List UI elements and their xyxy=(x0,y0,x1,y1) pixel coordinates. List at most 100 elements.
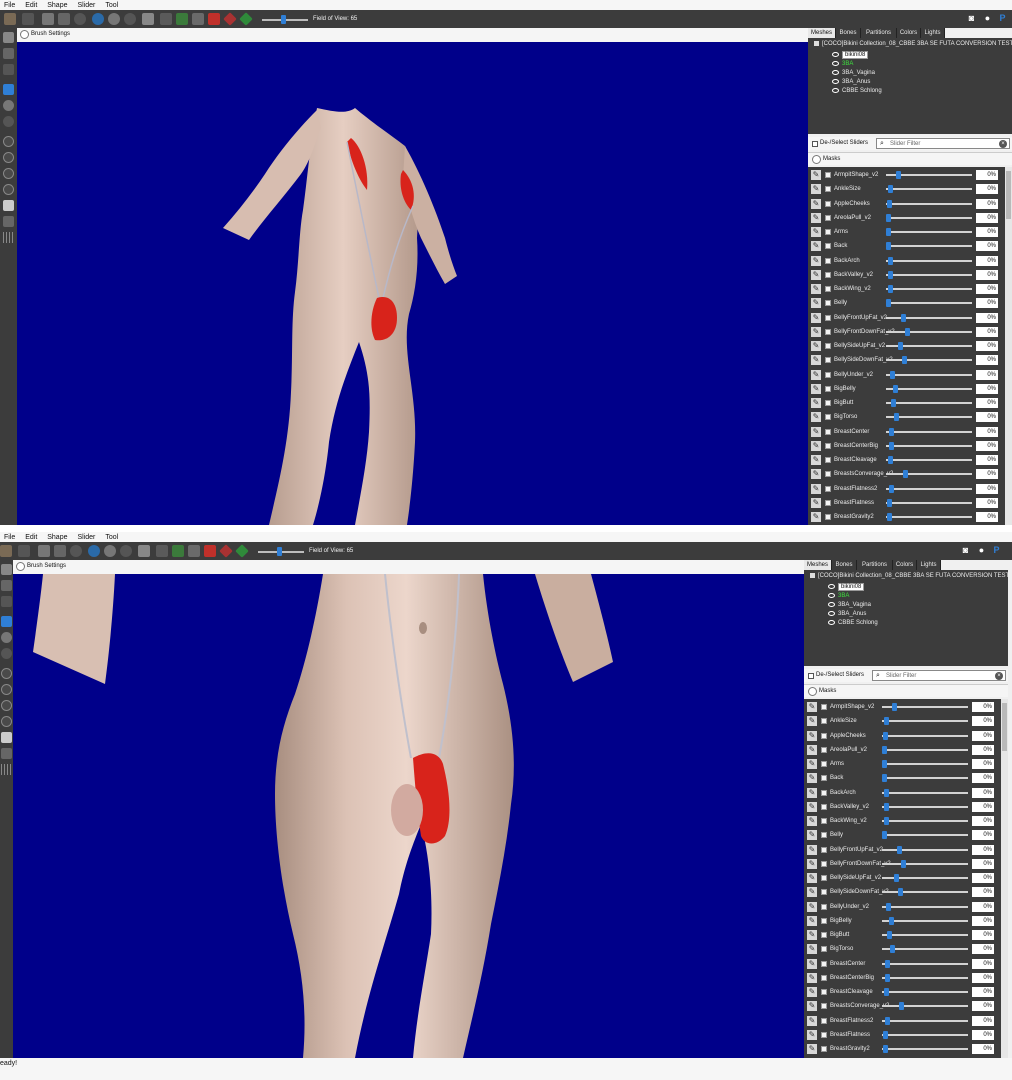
edit-slider-icon[interactable]: ✎ xyxy=(811,512,821,522)
slider-checkbox[interactable] xyxy=(825,486,831,492)
slider-checkbox[interactable] xyxy=(825,414,831,420)
slider-track[interactable] xyxy=(886,502,972,504)
slider-checkbox[interactable] xyxy=(825,201,831,207)
pin-tool-icon[interactable] xyxy=(3,48,14,59)
eye-icon[interactable] xyxy=(828,619,835,625)
slider-checkbox[interactable] xyxy=(825,429,831,435)
slider-row[interactable]: ✎ BellySideUpFat_v2 0% xyxy=(808,339,1004,353)
slider-value[interactable]: 0% xyxy=(972,859,994,869)
eye-icon[interactable] xyxy=(832,69,839,75)
pen-tool-icon[interactable] xyxy=(1,596,12,607)
slider-thumb[interactable] xyxy=(885,960,890,968)
slider-track[interactable] xyxy=(886,359,972,361)
slider-track[interactable] xyxy=(886,516,972,518)
edit-slider-icon[interactable]: ✎ xyxy=(807,973,817,983)
slider-thumb[interactable] xyxy=(901,314,906,322)
edit-slider-icon[interactable]: ✎ xyxy=(807,788,817,798)
tab-partitions[interactable]: Partitions xyxy=(861,28,897,38)
slider-value[interactable]: 0% xyxy=(976,370,998,380)
slider-track[interactable] xyxy=(882,1048,968,1050)
slider-row[interactable]: ✎ Arms 0% xyxy=(804,757,1000,771)
slider-checkbox[interactable] xyxy=(821,904,827,910)
slider-thumb[interactable] xyxy=(883,1031,888,1039)
slider-row[interactable]: ✎ AnkleSize 0% xyxy=(808,182,1004,196)
slider-checkbox[interactable] xyxy=(825,229,831,235)
tab-partitions[interactable]: Partitions xyxy=(857,560,893,570)
brush-inflate-icon[interactable] xyxy=(74,13,86,25)
brush-smooth-icon[interactable] xyxy=(120,545,132,557)
select-all-checkbox[interactable] xyxy=(812,141,818,147)
menu-file[interactable]: File xyxy=(0,532,19,542)
slider-thumb[interactable] xyxy=(887,200,892,208)
slider-track[interactable] xyxy=(886,473,972,475)
edit-slider-icon[interactable]: ✎ xyxy=(807,959,817,969)
edit-slider-icon[interactable]: ✎ xyxy=(807,745,817,755)
collapse-icon[interactable] xyxy=(808,687,817,696)
slider-row[interactable]: ✎ BellySideDownFat_v2 0% xyxy=(808,353,1004,367)
slider-checkbox[interactable] xyxy=(821,1018,827,1024)
slider-row[interactable]: ✎ AreolaPull_v2 0% xyxy=(804,743,1000,757)
slider-row[interactable]: ✎ ArmpitShape_v2 0% xyxy=(808,168,1004,182)
diamond-green-icon[interactable] xyxy=(239,12,253,26)
slider-thumb[interactable] xyxy=(885,1017,890,1025)
slider-checkbox[interactable] xyxy=(821,775,827,781)
slider-thumb[interactable] xyxy=(889,428,894,436)
sphere-3-icon[interactable] xyxy=(3,168,14,179)
slider-value[interactable]: 0% xyxy=(976,170,998,180)
edit-slider-icon[interactable]: ✎ xyxy=(807,1030,817,1040)
slider-track[interactable] xyxy=(886,459,972,461)
edit-slider-icon[interactable]: ✎ xyxy=(807,887,817,897)
edit-slider-icon[interactable]: ✎ xyxy=(811,441,821,451)
eye-icon[interactable] xyxy=(828,610,835,616)
edit-slider-icon[interactable]: ✎ xyxy=(811,213,821,223)
slider-row[interactable]: ✎ BigBelly 0% xyxy=(804,914,1000,928)
slider-track[interactable] xyxy=(886,245,972,247)
slider-value[interactable]: 0% xyxy=(976,213,998,223)
edit-slider-icon[interactable]: ✎ xyxy=(807,1001,817,1011)
sphere-3-icon[interactable] xyxy=(1,700,12,711)
slider-checkbox[interactable] xyxy=(821,847,827,853)
slider-track[interactable] xyxy=(886,431,972,433)
link-tool-icon[interactable] xyxy=(3,100,14,111)
slider-track[interactable] xyxy=(886,231,972,233)
sphere-1-icon[interactable] xyxy=(1,668,12,679)
slider-value[interactable]: 0% xyxy=(972,759,994,769)
eraser-icon[interactable] xyxy=(142,13,154,25)
slider-value[interactable]: 0% xyxy=(972,802,994,812)
brush-deflate-icon[interactable] xyxy=(92,13,104,25)
slider-thumb[interactable] xyxy=(887,499,892,507)
slider-track[interactable] xyxy=(886,388,972,390)
slider-checkbox[interactable] xyxy=(825,315,831,321)
slider-row[interactable]: ✎ BreastCenterBig 0% xyxy=(808,439,1004,453)
slider-row[interactable]: ✎ BackValley_v2 0% xyxy=(808,268,1004,282)
slider-thumb[interactable] xyxy=(897,846,902,854)
slider-value[interactable]: 0% xyxy=(972,1001,994,1011)
mesh-item[interactable]: bikini08 xyxy=(828,583,865,591)
slider-thumb[interactable] xyxy=(905,328,910,336)
slider-row[interactable]: ✎ BreastCenter 0% xyxy=(808,425,1004,439)
menu-edit[interactable]: Edit xyxy=(21,532,41,542)
scrollbar-thumb[interactable] xyxy=(1002,703,1007,751)
slider-value[interactable]: 0% xyxy=(972,773,994,783)
slider-thumb[interactable] xyxy=(882,831,887,839)
tab-meshes[interactable]: Meshes xyxy=(804,560,832,570)
slider-checkbox[interactable] xyxy=(821,975,827,981)
slider-thumb[interactable] xyxy=(894,874,899,882)
edit-slider-icon[interactable]: ✎ xyxy=(807,902,817,912)
slider-value[interactable]: 0% xyxy=(972,887,994,897)
edit-slider-icon[interactable]: ✎ xyxy=(811,184,821,194)
slider-row[interactable]: ✎ Belly 0% xyxy=(808,296,1004,310)
slider-thumb[interactable] xyxy=(888,271,893,279)
slider-track[interactable] xyxy=(886,188,972,190)
slider-value[interactable]: 0% xyxy=(976,498,998,508)
menu-edit[interactable]: Edit xyxy=(21,0,41,10)
slider-row[interactable]: ✎ BellySideDownFat_v2 0% xyxy=(804,885,1000,899)
mesh-item[interactable]: 3BA_Anus xyxy=(832,78,870,86)
mesh-item[interactable]: 3BA_Vagina xyxy=(828,601,871,609)
pen-icon[interactable] xyxy=(156,545,168,557)
slider-value[interactable]: 0% xyxy=(972,930,994,940)
eye-icon[interactable] xyxy=(832,60,839,66)
slider-filter-input[interactable]: ⌕ Slider Filter × xyxy=(876,138,1010,149)
eye-icon[interactable] xyxy=(832,78,839,84)
slider-checkbox[interactable] xyxy=(825,471,831,477)
